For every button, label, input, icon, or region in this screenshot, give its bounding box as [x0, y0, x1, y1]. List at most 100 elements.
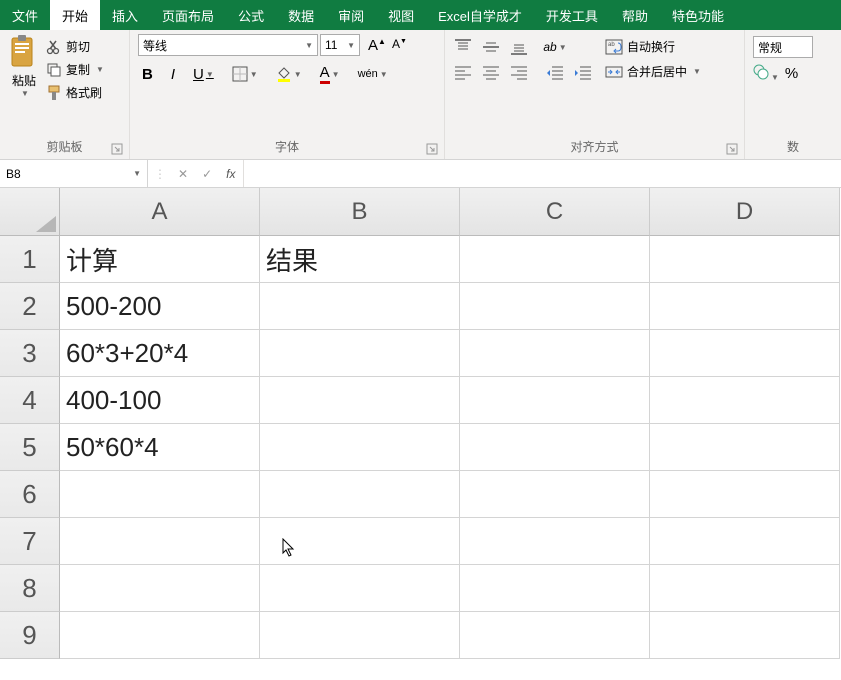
formula-expand-icon[interactable]: ⋮: [154, 167, 166, 181]
percent-button[interactable]: %: [785, 65, 798, 82]
cell-D2[interactable]: [650, 283, 840, 330]
format-painter-button[interactable]: 格式刷: [46, 84, 104, 101]
cell-C4[interactable]: [460, 377, 650, 424]
row-header-7[interactable]: 7: [0, 518, 60, 565]
cut-button[interactable]: 剪切: [46, 38, 104, 55]
enter-formula-icon[interactable]: ✓: [200, 165, 214, 183]
cell-C2[interactable]: [460, 283, 650, 330]
merge-center-button[interactable]: 合并后居中 ▼: [605, 63, 701, 80]
align-middle-button[interactable]: [481, 38, 501, 56]
column-header-B[interactable]: B: [260, 188, 460, 236]
fill-color-button[interactable]: ▼: [272, 64, 306, 84]
row-header-8[interactable]: 8: [0, 565, 60, 612]
menu-item-4[interactable]: 公式: [226, 0, 276, 30]
cell-A5[interactable]: 50*60*4: [60, 424, 260, 471]
cell-A2[interactable]: 500-200: [60, 283, 260, 330]
menu-item-3[interactable]: 页面布局: [150, 0, 226, 30]
menu-item-1[interactable]: 开始: [50, 0, 100, 30]
align-left-button[interactable]: [453, 64, 473, 82]
align-top-button[interactable]: [453, 38, 473, 56]
cell-A6[interactable]: [60, 471, 260, 518]
cell-D7[interactable]: [650, 518, 840, 565]
orientation-button[interactable]: ab▼: [545, 38, 565, 56]
cell-B9[interactable]: [260, 612, 460, 659]
increase-indent-button[interactable]: [573, 64, 593, 82]
row-header-4[interactable]: 4: [0, 377, 60, 424]
bold-button[interactable]: B: [138, 64, 157, 85]
menu-item-5[interactable]: 数据: [276, 0, 326, 30]
cell-D5[interactable]: [650, 424, 840, 471]
font-color-button[interactable]: A▼: [316, 62, 344, 86]
wrap-text-button[interactable]: ab 自动换行: [605, 38, 701, 55]
cell-C6[interactable]: [460, 471, 650, 518]
cell-A1[interactable]: 计算: [60, 236, 260, 283]
cell-A7[interactable]: [60, 518, 260, 565]
cell-B6[interactable]: [260, 471, 460, 518]
decrease-indent-button[interactable]: [545, 64, 565, 82]
underline-button[interactable]: U▼: [189, 64, 218, 85]
menu-item-10[interactable]: 帮助: [610, 0, 660, 30]
cell-C7[interactable]: [460, 518, 650, 565]
cell-D4[interactable]: [650, 377, 840, 424]
cell-C1[interactable]: [460, 236, 650, 283]
row-header-6[interactable]: 6: [0, 471, 60, 518]
paste-dropdown-icon[interactable]: ▼: [21, 89, 29, 98]
dialog-launcher-icon[interactable]: [111, 143, 123, 155]
cell-B5[interactable]: [260, 424, 460, 471]
cell-D3[interactable]: [650, 330, 840, 377]
cell-C9[interactable]: [460, 612, 650, 659]
align-center-button[interactable]: [481, 64, 501, 82]
cell-C5[interactable]: [460, 424, 650, 471]
menu-item-0[interactable]: 文件: [0, 0, 50, 30]
select-all-corner[interactable]: [0, 188, 60, 236]
cell-A9[interactable]: [60, 612, 260, 659]
row-header-1[interactable]: 1: [0, 236, 60, 283]
menu-item-7[interactable]: 视图: [376, 0, 426, 30]
font-size-selector[interactable]: 11▼: [320, 34, 360, 56]
currency-button[interactable]: ▼: [753, 64, 779, 83]
cell-C8[interactable]: [460, 565, 650, 612]
column-header-C[interactable]: C: [460, 188, 650, 236]
menu-item-8[interactable]: Excel自学成才: [426, 0, 534, 30]
name-box[interactable]: B8▼: [0, 160, 148, 187]
cell-B1[interactable]: 结果: [260, 236, 460, 283]
number-format-selector[interactable]: 常规: [753, 36, 813, 58]
cell-B4[interactable]: [260, 377, 460, 424]
cell-A4[interactable]: 400-100: [60, 377, 260, 424]
row-header-9[interactable]: 9: [0, 612, 60, 659]
paste-label[interactable]: 粘贴: [12, 72, 36, 89]
column-header-A[interactable]: A: [60, 188, 260, 236]
row-header-5[interactable]: 5: [0, 424, 60, 471]
phonetic-button[interactable]: wén▼: [354, 66, 392, 82]
cell-D6[interactable]: [650, 471, 840, 518]
row-header-2[interactable]: 2: [0, 283, 60, 330]
cell-B3[interactable]: [260, 330, 460, 377]
align-right-button[interactable]: [509, 64, 529, 82]
dialog-launcher-icon[interactable]: [726, 143, 738, 155]
menu-item-11[interactable]: 特色功能: [660, 0, 736, 30]
formula-input[interactable]: [244, 160, 841, 187]
cell-D9[interactable]: [650, 612, 840, 659]
font-name-selector[interactable]: 等线▼: [138, 34, 318, 56]
border-button[interactable]: ▼: [228, 64, 262, 84]
cell-A3[interactable]: 60*3+20*4: [60, 330, 260, 377]
cell-B8[interactable]: [260, 565, 460, 612]
cell-D8[interactable]: [650, 565, 840, 612]
cell-A8[interactable]: [60, 565, 260, 612]
paste-icon[interactable]: [8, 34, 40, 70]
cancel-formula-icon[interactable]: ✕: [176, 165, 190, 183]
menu-item-6[interactable]: 审阅: [326, 0, 376, 30]
cell-C3[interactable]: [460, 330, 650, 377]
cell-D1[interactable]: [650, 236, 840, 283]
increase-font-icon[interactable]: A▲: [366, 35, 388, 56]
italic-button[interactable]: I: [167, 64, 179, 85]
menu-item-2[interactable]: 插入: [100, 0, 150, 30]
decrease-font-icon[interactable]: A▼: [390, 35, 409, 56]
row-header-3[interactable]: 3: [0, 330, 60, 377]
align-bottom-button[interactable]: [509, 38, 529, 56]
copy-button[interactable]: 复制 ▼: [46, 61, 104, 78]
column-header-D[interactable]: D: [650, 188, 840, 236]
cell-B2[interactable]: [260, 283, 460, 330]
fx-icon[interactable]: fx: [224, 165, 237, 183]
menu-item-9[interactable]: 开发工具: [534, 0, 610, 30]
